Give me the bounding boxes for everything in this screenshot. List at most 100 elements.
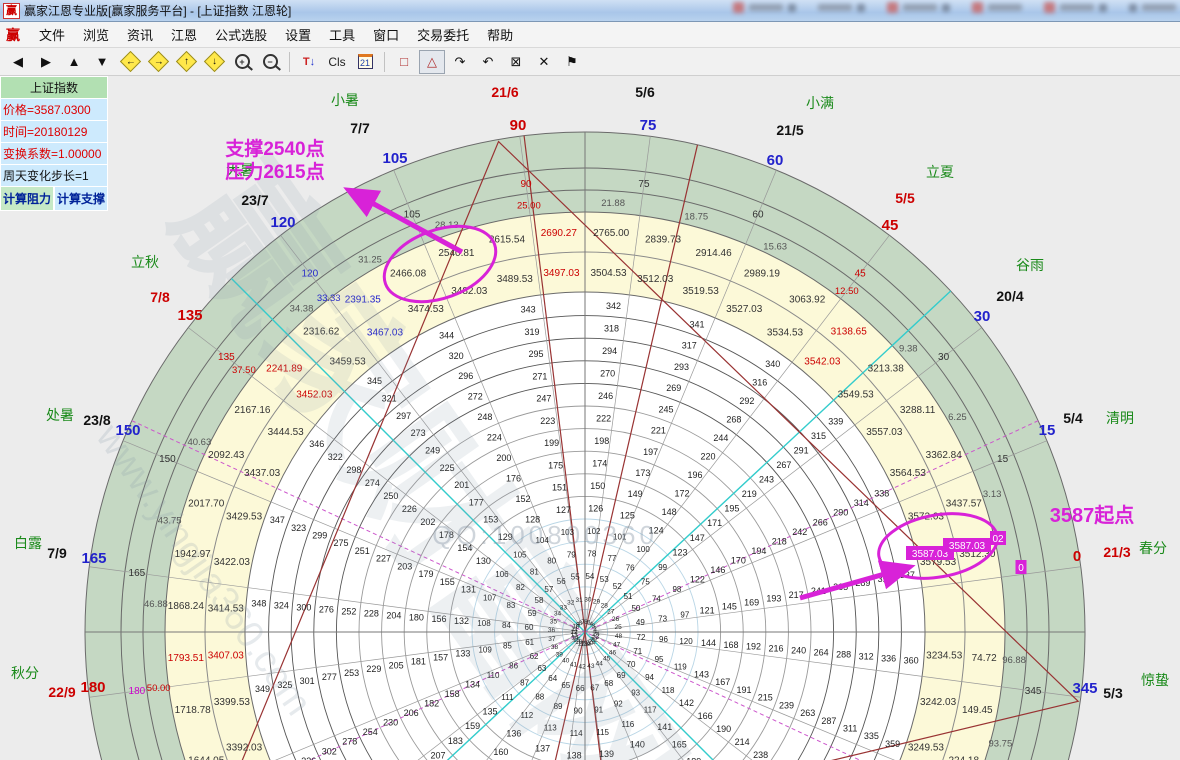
rotate-cw-icon[interactable]: ↷ <box>447 50 473 74</box>
spiral-number: 220 <box>700 451 715 461</box>
spiral-number: 127 <box>556 505 571 515</box>
price-ring-b-value: 3504.53 <box>590 268 627 279</box>
pan-left-icon[interactable]: ← <box>117 50 143 74</box>
menu-item-5[interactable]: 公式选股 <box>206 22 276 47</box>
fraction-ring-label: 40.63 <box>187 437 211 448</box>
degree-label: 60 <box>767 152 784 169</box>
spiral-number: 218 <box>772 536 787 546</box>
calendar-icon[interactable]: 21 <box>352 50 378 74</box>
gann-wheel-stage: 1530456075901051201351501651801952102252… <box>0 76 1180 760</box>
fraction-ring-label: 46.88 <box>144 599 168 610</box>
menu-item-1[interactable]: 文件 <box>30 22 74 47</box>
application-window: { "titlebar": { "icon": "赢", "title": "赢… <box>0 0 1180 760</box>
price-ring-b-value: 3242.03 <box>920 697 957 708</box>
spiral-number: 360 <box>904 656 919 666</box>
time-row: 时间=20180129 <box>0 120 108 142</box>
nav-left-icon[interactable]: ◀ <box>5 50 31 74</box>
spiral-number: 196 <box>687 470 702 480</box>
price-ring-b-value: 3437.03 <box>244 468 281 479</box>
nav-up-icon[interactable]: ▲ <box>61 50 87 74</box>
clear-button[interactable]: Cls <box>324 50 350 74</box>
zoom-out-icon[interactable]: − <box>257 50 283 74</box>
nav-down-icon[interactable]: ▼ <box>89 50 115 74</box>
spiral-number: 74 <box>652 595 661 604</box>
degree-label: 30 <box>974 308 991 325</box>
pan-down-icon[interactable]: ↓ <box>201 50 227 74</box>
spiral-number: 271 <box>532 371 547 381</box>
spiral-number: 266 <box>813 517 828 527</box>
spiral-number: 49 <box>636 618 645 627</box>
degree-ring-label: 180 <box>129 686 146 697</box>
degree-label: 180 <box>80 679 105 696</box>
spiral-number: 190 <box>716 724 731 734</box>
flag-icon[interactable]: ⚑ <box>559 50 585 74</box>
price-ring-b-value: 3564.53 <box>890 468 927 479</box>
spiral-number: 192 <box>746 642 761 652</box>
date-label: 23/7 <box>241 192 268 208</box>
spiral-number: 193 <box>766 594 781 604</box>
spiral-number: 326 <box>301 756 316 760</box>
solar-term-label: 谷雨 <box>1016 257 1044 273</box>
price-ring-a-value: 74.72 <box>972 653 997 664</box>
spiral-number: 293 <box>674 362 689 372</box>
date-label: 21/3 <box>1103 544 1130 560</box>
calc-support-button[interactable]: 计算支撑 <box>54 186 108 211</box>
delete-box-icon[interactable]: ⊠ <box>503 50 529 74</box>
nav-right-icon[interactable]: ▶ <box>33 50 59 74</box>
calc-resistance-button[interactable]: 计算阻力 <box>0 186 54 211</box>
spiral-number: 95 <box>655 655 664 664</box>
menu-item-8[interactable]: 窗口 <box>364 22 408 47</box>
menu-item-2[interactable]: 浏览 <box>74 22 118 47</box>
spiral-number: 336 <box>881 654 896 664</box>
menu-item-6[interactable]: 设置 <box>276 22 320 47</box>
spiral-number: 300 <box>296 602 311 612</box>
spiral-number: 166 <box>698 711 713 721</box>
spiral-number: 341 <box>689 319 704 329</box>
pan-up-icon[interactable]: ↑ <box>173 50 199 74</box>
spiral-number: 299 <box>312 530 327 540</box>
menu-item-3[interactable]: 资讯 <box>118 22 162 47</box>
triangle-tool-icon[interactable]: △ <box>419 50 445 74</box>
time-axis-icon[interactable]: T↓ <box>296 50 322 74</box>
toolbar-separator <box>289 52 290 72</box>
menu-item-4[interactable]: 江恩 <box>162 22 206 47</box>
spiral-number: 125 <box>620 510 635 520</box>
zoom-in-icon[interactable]: + <box>229 50 255 74</box>
spiral-number: 214 <box>735 737 750 747</box>
price-ring-a-value: 2914.46 <box>695 248 732 259</box>
shrink-icon[interactable]: ✕ <box>531 50 557 74</box>
price-ring-b-value: 3527.03 <box>726 304 763 315</box>
spiral-number: 96 <box>659 635 668 644</box>
spiral-number: 122 <box>690 575 705 585</box>
fraction-ring-label: 12.50 <box>835 286 859 297</box>
degree-label: 90 <box>510 117 527 134</box>
spiral-number: 314 <box>854 498 869 508</box>
spiral-number: 206 <box>404 708 419 718</box>
fraction-ring-label: 18.75 <box>684 212 708 223</box>
spiral-number: 197 <box>643 447 658 457</box>
gann-wheel-chart[interactable]: 1530456075901051201351501651801952102252… <box>0 76 1180 760</box>
spiral-number: 171 <box>707 518 722 528</box>
spiral-number: 183 <box>448 736 463 746</box>
price-ring-a-value: 224.18 <box>948 756 979 760</box>
menu-item-7[interactable]: 工具 <box>320 22 364 47</box>
rect-tool-icon[interactable]: □ <box>391 50 417 74</box>
menu-item-9[interactable]: 交易委托 <box>408 22 478 47</box>
highlight-value-text: 02 <box>992 534 1004 545</box>
spiral-number: 159 <box>465 721 480 731</box>
rotate-ccw-icon[interactable]: ↶ <box>475 50 501 74</box>
spiral-number: 204 <box>386 610 401 620</box>
spiral-number: 296 <box>458 371 473 381</box>
price-ring-a-value: 2690.27 <box>541 228 578 239</box>
support-annotation-line2: 压力2615点 <box>225 160 324 183</box>
spiral-number: 98 <box>672 585 681 594</box>
spiral-number: 277 <box>322 672 337 682</box>
spiral-number: 339 <box>828 417 843 427</box>
spiral-number: 173 <box>635 468 650 478</box>
spiral-number: 76 <box>626 563 635 572</box>
pan-right-icon[interactable]: → <box>145 50 171 74</box>
menu-item-10[interactable]: 帮助 <box>478 22 522 47</box>
spiral-number: 120 <box>679 637 693 646</box>
fraction-ring-label: 25.00 <box>517 201 541 212</box>
price-ring-b-value: 3392.03 <box>226 743 263 754</box>
